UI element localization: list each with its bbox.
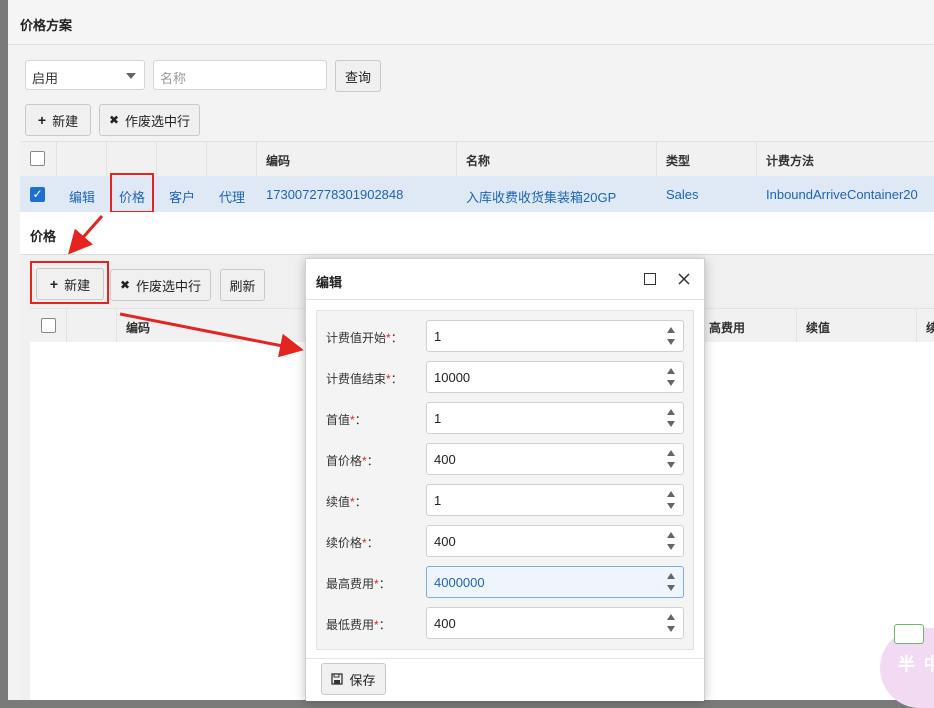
new-button[interactable]: + 新建 — [25, 104, 91, 136]
row-type: Sales — [666, 187, 699, 202]
save-icon — [331, 673, 344, 685]
price-column-max-fee[interactable]: 高费用 — [709, 319, 745, 336]
page-header: 价格方案 — [8, 0, 934, 45]
spinner-down-icon[interactable] — [667, 421, 675, 427]
row-customer-link[interactable]: 客户 — [169, 187, 195, 206]
range-start-input[interactable]: 1 — [426, 320, 684, 352]
field-label-max-fee: 最高费用*： — [326, 577, 391, 591]
price-refresh-button[interactable]: 刷新 — [220, 269, 265, 301]
price-column-cont-price[interactable]: 续 — [926, 319, 934, 336]
price-select-all-checkbox[interactable] — [41, 318, 56, 333]
price-column-cont-value[interactable]: 续值 — [806, 319, 830, 336]
close-icon: ✖ — [119, 278, 131, 292]
field-label-min-fee: 最低费用*： — [326, 618, 391, 632]
row-agent-link[interactable]: 代理 — [219, 187, 245, 206]
spinner-down-icon[interactable] — [667, 544, 675, 550]
spinner-down-icon[interactable] — [667, 626, 675, 632]
field-label-cont-value: 续值*： — [326, 495, 367, 509]
max-fee-value: 4000000 — [434, 575, 485, 590]
close-icon: ✖ — [108, 113, 120, 127]
first-value-value: 1 — [434, 411, 442, 426]
annotation-box-price-link — [110, 173, 154, 213]
maximize-icon[interactable] — [644, 273, 656, 285]
save-button[interactable]: 保存 — [321, 663, 386, 695]
page-title: 价格方案 — [20, 18, 73, 33]
first-price-value: 400 — [434, 452, 456, 467]
name-search-placeholder: 名称 — [160, 71, 187, 86]
new-button-label: 新建 — [52, 113, 79, 129]
query-button-label: 查询 — [344, 69, 371, 85]
column-header-code[interactable]: 编码 — [266, 152, 290, 169]
row-method: InboundArriveContainer20 — [766, 187, 918, 202]
price-dialog-title: 价格 — [30, 229, 57, 244]
price-dialog-header: 价格 — [20, 212, 934, 255]
save-button-label: 保存 — [349, 672, 376, 688]
price-void-selected-label: 作废选中行 — [136, 278, 202, 294]
spinner-up-icon[interactable] — [667, 409, 675, 415]
cont-price-value: 400 — [434, 534, 456, 549]
row-checkbox[interactable]: ✓ — [30, 187, 45, 202]
price-void-selected-button[interactable]: ✖ 作废选中行 — [110, 269, 211, 301]
select-all-checkbox[interactable] — [30, 151, 45, 166]
spinner-up-icon[interactable] — [667, 450, 675, 456]
row-name: 入库收费收货集装箱20GP — [466, 190, 617, 205]
table-row[interactable]: ✓ 编辑 价格 客户 代理 1730072778301902848 入库收费收货… — [20, 176, 934, 212]
field-label-cont-price: 续价格*： — [326, 536, 379, 550]
status-select-value: 启用 — [32, 71, 59, 86]
range-end-input[interactable]: 10000 — [426, 361, 684, 393]
column-header-name[interactable]: 名称 — [466, 152, 490, 169]
cont-value-value: 1 — [434, 493, 442, 508]
void-selected-label: 作废选中行 — [125, 113, 191, 129]
spinner-up-icon[interactable] — [667, 532, 675, 538]
spinner-down-icon[interactable] — [667, 462, 675, 468]
range-end-value: 10000 — [434, 370, 471, 385]
spinner-down-icon[interactable] — [667, 380, 675, 386]
spinner-up-icon[interactable] — [667, 368, 675, 374]
min-fee-value: 400 — [434, 616, 456, 631]
chevron-down-icon — [126, 73, 136, 79]
field-label-first-price: 首价格*： — [326, 454, 379, 468]
min-fee-input[interactable]: 400 — [426, 607, 684, 639]
watermark-text: 半 中 — [898, 655, 934, 674]
price-column-code[interactable]: 编码 — [126, 319, 150, 336]
query-button[interactable]: 查询 — [335, 60, 381, 92]
spinner-up-icon[interactable] — [667, 573, 675, 579]
first-value-input[interactable]: 1 — [426, 402, 684, 434]
edit-dialog-header: 编辑 — [306, 259, 704, 300]
spinner-up-icon[interactable] — [667, 614, 675, 620]
spinner-down-icon[interactable] — [667, 503, 675, 509]
edit-dialog-title: 编辑 — [316, 275, 343, 290]
cont-price-input[interactable]: 400 — [426, 525, 684, 557]
row-edit-link[interactable]: 编辑 — [69, 187, 95, 206]
first-price-input[interactable]: 400 — [426, 443, 684, 475]
price-refresh-label: 刷新 — [229, 278, 256, 294]
field-label-range-end: 计费值结束*： — [326, 372, 403, 386]
void-selected-button[interactable]: ✖ 作废选中行 — [99, 104, 200, 136]
cont-value-input[interactable]: 1 — [426, 484, 684, 516]
status-select[interactable]: 启用 — [25, 60, 145, 90]
spinner-down-icon[interactable] — [667, 339, 675, 345]
book-icon — [894, 624, 924, 644]
table-header: 编码 名称 类型 计费方法 — [20, 141, 934, 177]
field-label-range-start: 计费值开始*： — [326, 331, 403, 345]
annotation-box-new-button — [30, 261, 109, 304]
range-start-value: 1 — [434, 329, 442, 344]
column-header-type[interactable]: 类型 — [666, 152, 690, 169]
name-search-input[interactable]: 名称 — [153, 60, 327, 90]
row-code: 1730072778301902848 — [266, 187, 404, 202]
plus-icon: + — [37, 112, 47, 128]
column-header-method[interactable]: 计费方法 — [766, 152, 814, 169]
field-label-first-value: 首值*： — [326, 413, 367, 427]
spinner-up-icon[interactable] — [667, 491, 675, 497]
close-icon[interactable] — [678, 273, 690, 285]
max-fee-input[interactable]: 4000000 — [426, 566, 684, 598]
spinner-down-icon[interactable] — [667, 585, 675, 591]
spinner-up-icon[interactable] — [667, 327, 675, 333]
